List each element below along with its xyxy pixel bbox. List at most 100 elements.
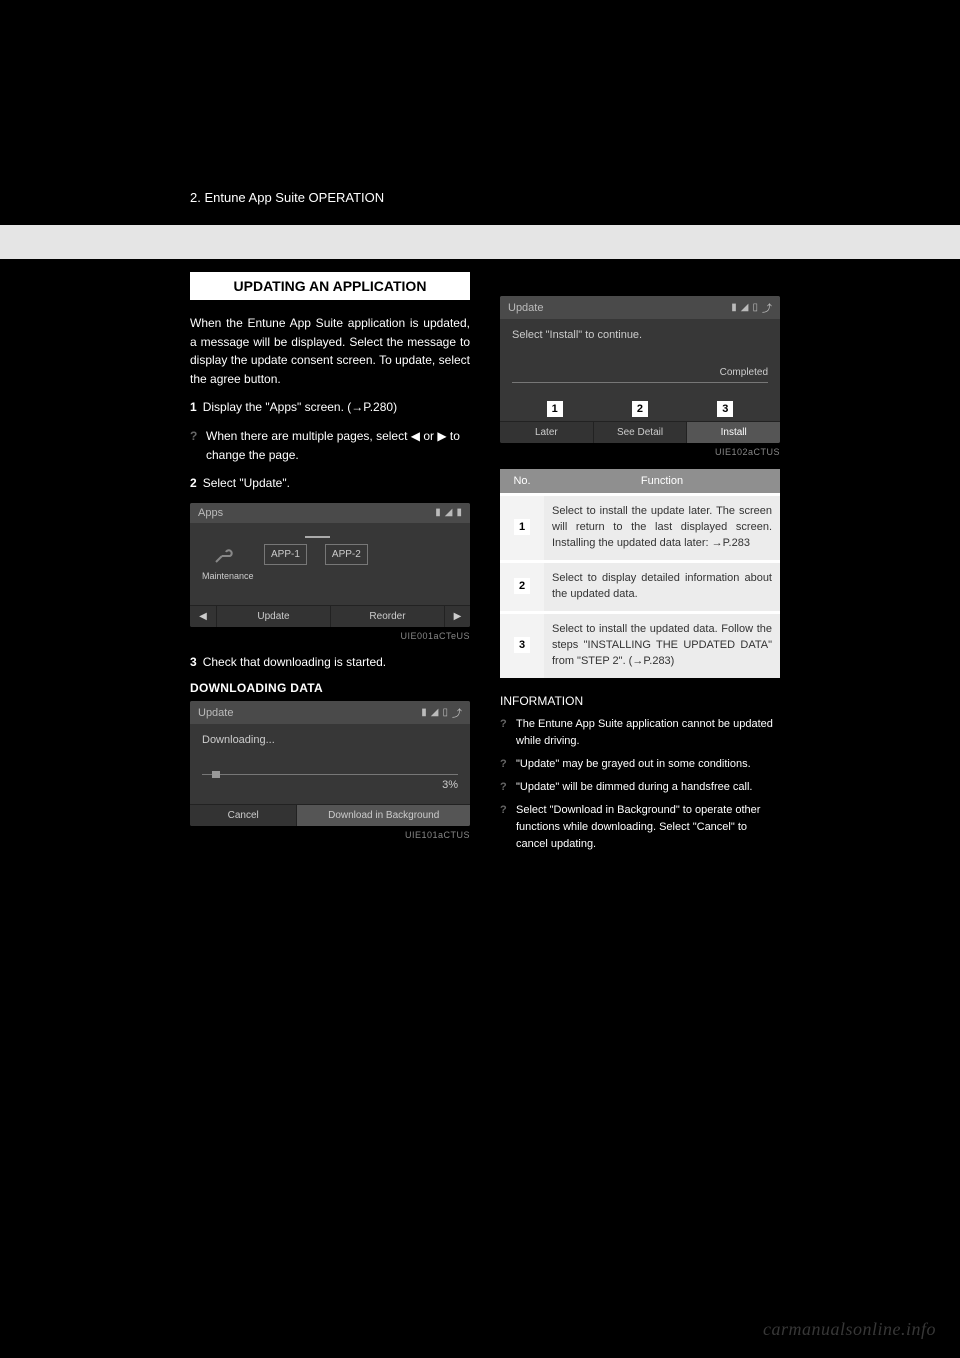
completed-line [512,382,768,383]
bullet-multiple-pages: ? When there are multiple pages, select … [190,427,470,464]
install-numicons: 1 2 3 [500,399,780,421]
lock-icon: ▯ [752,302,758,313]
bullet-icon: ? [190,427,200,464]
status-icons: ▮ ◢ ▯ ⤴ [731,300,772,315]
progress-percent: 3% [202,779,458,791]
info-1-text: The Entune App Suite application cannot … [516,716,780,750]
information-bullets: ? The Entune App Suite application canno… [500,716,780,853]
apps-reorder-button[interactable]: Reorder [330,606,444,627]
apps-bottom-bar: ◀ Update Reorder ▶ [190,605,470,627]
callout-2-icon: 2 [632,401,648,417]
screenshot-apps-title: Apps [198,507,223,519]
row-3-icon: 3 [514,637,530,653]
tab-indicator [305,533,355,538]
screenshot-apps-titlebar: Apps ▮ ◢ ▮ [190,503,470,523]
table-row: 1 Select to install the update later. Th… [500,495,780,562]
screenshot-install-id: UIE102aCTUS [500,447,780,457]
apps-update-button[interactable]: Update [216,606,330,627]
downloading-label: Downloading... [202,734,458,746]
later-button[interactable]: Later [500,422,593,443]
info-bullet-2: ? "Update" may be grayed out in some con… [500,756,780,773]
app-tile-maintenance[interactable]: Maintenance [202,544,246,581]
info-bullet-3: ? "Update" will be dimmed during a hands… [500,779,780,796]
header-bar [0,165,960,225]
status-icons: ▮ ◢ ▮ [435,507,462,518]
step-3-text: Check that downloading is started. [203,653,470,672]
left-column: UPDATING AN APPLICATION When the Entune … [190,272,470,859]
section-title: UPDATING AN APPLICATION [190,272,470,300]
install-button[interactable]: Install [686,422,780,443]
step-2-number: 2 [190,474,197,493]
signal-icon: ◢ [741,302,749,313]
info-4-text: Select "Download in Background" to opera… [516,802,780,853]
step-1-number: 1 [190,398,197,417]
row-1-text: Select to install the update later. The … [544,495,780,562]
info-bullet-4: ? Select "Download in Background" to ope… [500,802,780,853]
table-row: 2 Select to display detailed information… [500,561,780,612]
screenshot-downloading-title: Update [198,707,233,719]
download-background-button[interactable]: Download in Background [296,805,470,826]
battery-icon: ▮ [421,707,427,718]
battery-icon: ▮ [435,507,441,518]
screenshot-downloading-titlebar: Update ▮ ◢ ▯ ⤴ [190,701,470,724]
downloading-subhead: DOWNLOADING DATA [190,681,470,695]
step-3-number: 3 [190,653,197,672]
bullet-icon: ? [500,716,510,750]
lock-icon: ▯ [442,707,448,718]
row-1-icon: 1 [514,519,530,535]
status-icons: ▮ ◢ ▯ ⤴ [421,705,462,720]
apps-prev-button[interactable]: ◀ [190,606,216,627]
app-tile-app1[interactable]: APP-1 [264,544,307,565]
watermark: carmanualsonline.info [763,1319,936,1340]
step-1: 1 Display the "Apps" screen. (→P.280) [190,398,470,417]
right-column: Update ▮ ◢ ▯ ⤴ Select "Install" to conti… [500,272,780,859]
page-number-bar [0,225,960,259]
row-2-icon: 2 [514,578,530,594]
bullet-text: When there are multiple pages, select ◀ … [206,427,470,464]
screenshot-apps-id: UIE001aCTeUS [190,631,470,641]
screenshot-downloading: Update ▮ ◢ ▯ ⤴ Downloading... 3% [190,701,470,826]
back-icon[interactable]: ⤴ [762,300,772,315]
row-2-text: Select to display detailed information a… [544,561,780,612]
progress-bar [202,774,458,775]
step-3: 3 Check that downloading is started. [190,653,470,672]
battery-icon: ▮ [731,302,737,313]
intro-text: When the Entune App Suite application is… [190,314,470,388]
page: 2. Entune App Suite OPERATION UPDATING A… [0,0,960,1358]
info-2-text: "Update" may be grayed out in some condi… [516,756,751,773]
table-row: 3 Select to install the updated data. Fo… [500,612,780,677]
breadcrumb: 2. Entune App Suite OPERATION [190,190,384,205]
maintenance-label: Maintenance [202,571,246,581]
function-table: No. Function 1 Select to install the upd… [500,469,780,678]
signal-icon: ◢ [445,507,453,518]
header-function: Function [544,469,780,495]
downloading-bottom-bar: Cancel Download in Background [190,804,470,826]
function-table-header: No. Function [500,469,780,495]
app-tile-app2[interactable]: APP-2 [325,544,368,565]
screenshot-install-title: Update [508,302,543,314]
screenshot-downloading-id: UIE101aCTUS [190,830,470,840]
completed-label: Completed [512,367,768,378]
lock-icon: ▮ [456,507,462,518]
step-1-text: Display the "Apps" screen. (→P.280) [203,398,470,417]
install-bottom-bar: Later See Detail Install [500,421,780,443]
signal-icon: ◢ [431,707,439,718]
callout-3-icon: 3 [717,401,733,417]
step-2: 2 Select "Update". [190,474,470,493]
screenshot-install-titlebar: Update ▮ ◢ ▯ ⤴ [500,296,780,319]
content: UPDATING AN APPLICATION When the Entune … [190,272,780,859]
row-3-text: Select to install the updated data. Foll… [544,612,780,677]
install-message: Select "Install" to continue. [512,329,768,341]
cancel-button[interactable]: Cancel [190,805,296,826]
step-2-text: Select "Update". [203,474,470,493]
see-detail-button[interactable]: See Detail [593,422,687,443]
info-3-text: "Update" will be dimmed during a handsfr… [516,779,753,796]
header-no: No. [500,469,544,495]
callout-1-icon: 1 [547,401,563,417]
back-icon[interactable]: ⤴ [452,705,462,720]
apps-next-button[interactable]: ▶ [444,606,470,627]
info-bullet-1: ? The Entune App Suite application canno… [500,716,780,750]
maintenance-icon [209,544,239,568]
bullet-icon: ? [500,802,510,853]
information-heading: INFORMATION [500,694,780,708]
